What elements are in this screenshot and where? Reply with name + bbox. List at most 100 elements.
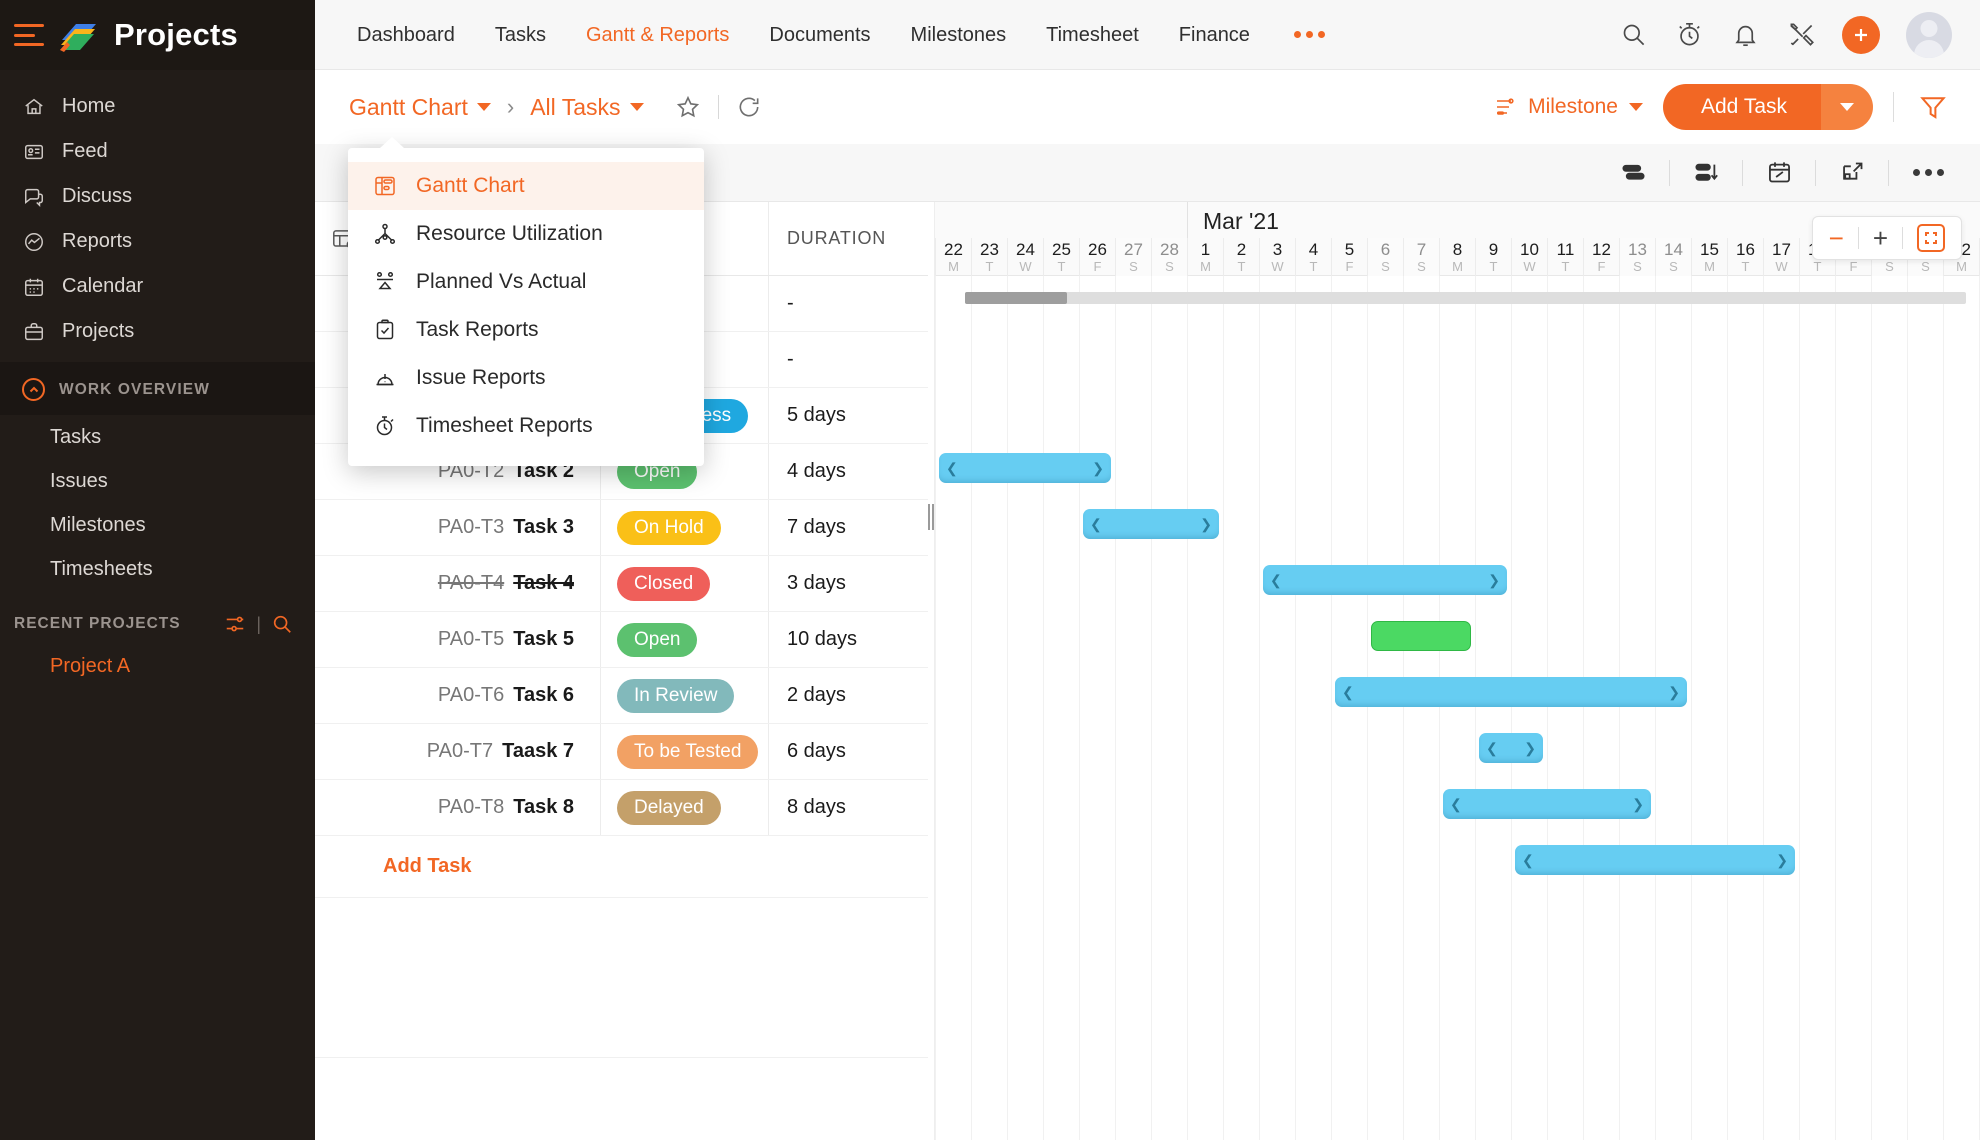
column-header-duration[interactable]: DURATION (768, 202, 928, 275)
status-cell[interactable]: Delayed (600, 780, 768, 835)
filter-icon[interactable] (1914, 88, 1952, 126)
bar-left-handle[interactable]: ❮ (946, 461, 958, 475)
sidebar-item-projects[interactable]: Projects (0, 309, 315, 354)
bar-left-handle[interactable]: ❮ (1486, 741, 1498, 755)
divider (1669, 159, 1670, 186)
menu-item-planned-vs-actual[interactable]: Planned Vs Actual (348, 258, 704, 306)
bar-left-handle[interactable]: ❮ (1342, 685, 1354, 699)
tab-tasks[interactable]: Tasks (475, 0, 566, 70)
add-task-button[interactable]: Add Task (1663, 84, 1873, 130)
menu-item-task-reports[interactable]: Task Reports (348, 306, 704, 354)
bar-left-handle[interactable]: ❮ (1450, 797, 1462, 811)
sidebar-item-feed[interactable]: Feed (0, 129, 315, 174)
gantt-scrollbar-track[interactable] (965, 292, 1966, 304)
gantt-task-bar[interactable]: ❮❯ (1335, 677, 1687, 707)
sidebar-item-home[interactable]: Home (0, 84, 315, 129)
menu-item-resource-utilization[interactable]: Resource Utilization (348, 210, 704, 258)
gantt-gridline (1223, 276, 1224, 1140)
sidebar-item-tasks[interactable]: Tasks (0, 415, 315, 459)
status-cell[interactable]: Closed (600, 556, 768, 611)
bar-right-handle[interactable]: ❯ (1200, 517, 1212, 531)
sliders-icon[interactable] (224, 613, 246, 635)
task-name-cell[interactable]: PA0-T6 Task 6 (315, 684, 600, 707)
tab-documents[interactable]: Documents (749, 0, 890, 70)
star-icon[interactable] (670, 89, 706, 125)
bar-right-handle[interactable]: ❯ (1632, 797, 1644, 811)
fit-to-screen-icon[interactable] (1917, 224, 1945, 252)
more-horizontal-icon[interactable] (1270, 31, 1349, 38)
bar-left-handle[interactable]: ❮ (1270, 573, 1282, 587)
zoom-out-button[interactable]: − (1829, 225, 1844, 251)
day-weekday: T (1561, 258, 1570, 274)
table-row[interactable]: PA0-T6 Task 6 In Review 2 days (315, 668, 928, 724)
gantt-task-bar[interactable]: ❮❯ (939, 453, 1111, 483)
sidebar-item-reports[interactable]: Reports (0, 219, 315, 264)
menu-item-timesheet-reports[interactable]: Timesheet Reports (348, 402, 704, 450)
more-options-icon[interactable] (1905, 169, 1952, 176)
menu-item-gantt-chart[interactable]: Gantt Chart (348, 162, 704, 210)
table-row[interactable]: PA0-T4 Task 4 Closed 3 days (315, 556, 928, 612)
timer-icon[interactable] (1674, 20, 1704, 50)
tab-gantt-and-reports[interactable]: Gantt & Reports (566, 0, 749, 70)
critical-path-icon[interactable] (1686, 153, 1726, 193)
table-row[interactable]: PA0-T8 Task 8 Delayed 8 days (315, 780, 928, 836)
bar-right-handle[interactable]: ❯ (1668, 685, 1680, 699)
status-cell[interactable]: To be Tested (600, 724, 768, 779)
task-name-cell[interactable]: PA0-T5 Task 5 (315, 628, 600, 651)
tab-milestones[interactable]: Milestones (891, 0, 1027, 70)
zoom-in-button[interactable]: + (1873, 225, 1888, 251)
table-row[interactable]: PA0-T5 Task 5 Open 10 days (315, 612, 928, 668)
sidebar-section-work-overview[interactable]: WORK OVERVIEW (0, 362, 315, 415)
gantt-task-bar[interactable]: ❮❯ (1443, 789, 1651, 819)
task-name-cell[interactable]: PA0-T4 Task 4 (315, 572, 600, 595)
expand-icon[interactable] (1832, 153, 1872, 193)
task-key: PA0-T6 (437, 684, 505, 706)
milestone-dropdown[interactable]: Milestone (1493, 95, 1643, 119)
sidebar-item-issues[interactable]: Issues (0, 459, 315, 503)
bar-right-handle[interactable]: ❯ (1488, 573, 1500, 587)
status-cell[interactable]: Open (600, 612, 768, 667)
tab-finance[interactable]: Finance (1159, 0, 1270, 70)
bar-left-handle[interactable]: ❮ (1522, 853, 1534, 867)
add-task-dropdown-arrow[interactable] (1821, 84, 1873, 130)
task-name-cell[interactable]: PA0-T3 Task 3 (315, 516, 600, 539)
add-task-row[interactable]: Add Task (315, 836, 928, 898)
tools-icon[interactable] (1786, 20, 1816, 50)
bar-right-handle[interactable]: ❯ (1776, 853, 1788, 867)
search-icon[interactable] (271, 613, 293, 635)
bar-right-handle[interactable]: ❯ (1524, 741, 1536, 755)
task-name-cell[interactable]: PA0-T7 Taask 7 (315, 740, 600, 763)
sidebar-item-discuss[interactable]: Discuss (0, 174, 315, 219)
search-icon[interactable] (1618, 20, 1648, 50)
tab-timesheet[interactable]: Timesheet (1026, 0, 1159, 70)
bar-left-handle[interactable]: ❮ (1090, 517, 1102, 531)
status-cell[interactable]: On Hold (600, 500, 768, 555)
bar-right-handle[interactable]: ❯ (1092, 461, 1104, 475)
gantt-gridline (1871, 276, 1872, 1140)
status-cell[interactable]: In Review (600, 668, 768, 723)
avatar[interactable] (1906, 11, 1952, 58)
breadcrumb-all-tasks[interactable]: All Tasks (530, 94, 644, 121)
gantt-task-bar[interactable]: ❮❯ (1371, 621, 1471, 651)
gantt-scrollbar-thumb[interactable] (965, 292, 1067, 304)
add-icon[interactable] (1842, 15, 1880, 54)
hamburger-icon[interactable] (14, 24, 44, 46)
gantt-task-bar[interactable]: ❮❯ (1263, 565, 1507, 595)
gantt-task-bar[interactable]: ❮❯ (1515, 845, 1795, 875)
menu-item-issue-reports[interactable]: Issue Reports (348, 354, 704, 402)
calendar-settings-icon[interactable] (1759, 153, 1799, 193)
tab-dashboard[interactable]: Dashboard (337, 0, 475, 70)
sidebar-item-timesheets[interactable]: Timesheets (0, 547, 315, 591)
gantt-task-bar[interactable]: ❮❯ (1083, 509, 1219, 539)
table-row[interactable]: PA0-T7 Taask 7 To be Tested 6 days (315, 724, 928, 780)
baseline-icon[interactable] (1613, 153, 1653, 193)
gantt-task-bar[interactable]: ❮❯ (1479, 733, 1543, 763)
sidebar-item-calendar[interactable]: Calendar (0, 264, 315, 309)
table-row[interactable]: PA0-T3 Task 3 On Hold 7 days (315, 500, 928, 556)
task-name-cell[interactable]: PA0-T8 Task 8 (315, 796, 600, 819)
bell-icon[interactable] (1730, 20, 1760, 50)
sidebar-item-milestones[interactable]: Milestones (0, 503, 315, 547)
refresh-icon[interactable] (731, 89, 767, 125)
sidebar-item-project-a[interactable]: Project A (0, 645, 315, 687)
breadcrumb-gantt-chart[interactable]: Gantt Chart (349, 94, 491, 121)
